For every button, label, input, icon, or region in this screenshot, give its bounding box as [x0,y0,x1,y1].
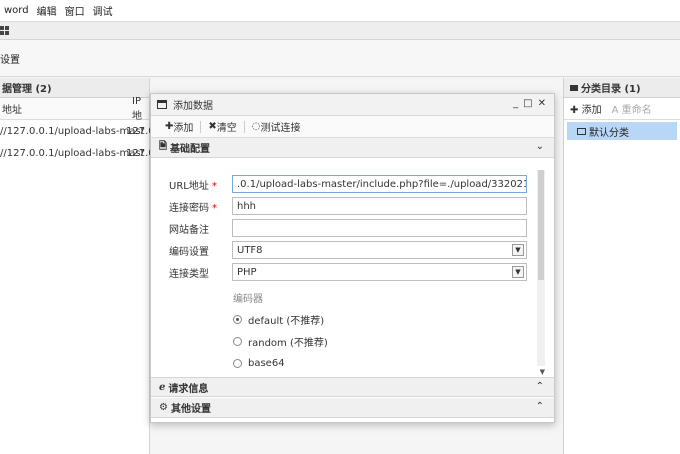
basic-config-title: 基础配置 [170,144,211,155]
basic-config-form: URL地址 * .0.1/upload-labs-master/include.p… [151,159,554,377]
tab-strip [0,22,680,40]
encoder-option-label: default (不推荐) [248,315,325,327]
note-row: 网站备注 [169,219,529,237]
dialog-toolbar: ✚ 添加 ✖ 清空 ◌ 测试连接 [151,116,554,138]
row-url: //127.0.0.1/upload-labs-mast [0,147,145,159]
category-item-label: 默认分类 [589,127,629,139]
close-button[interactable]: ✕ [538,98,546,109]
window-icon [157,100,167,109]
add-button-label: 添加 [173,123,194,134]
close-x-icon: ✖ [208,121,217,132]
column-url[interactable]: 地址 [2,101,22,116]
basic-config-section-header[interactable]: 🗎 基础配置 ⌄ [151,138,554,158]
window-controls: _ □ ✕ [513,98,546,109]
password-label: 连接密码 * [169,202,217,214]
toolbar-divider [200,120,202,133]
other-settings-title: 其他设置 [170,404,211,415]
scroll-down-icon[interactable]: ▼ [540,368,545,376]
radio-icon[interactable] [233,358,242,368]
encoder-option-label: base64 [248,357,285,369]
menu-item-word[interactable]: word [0,5,33,16]
category-toolbar: ✚ 添加 A 重命名 [564,98,680,120]
menu-item-edit[interactable]: 编辑 [33,3,61,18]
column-ip[interactable]: IP地 [132,96,149,122]
table-header: 地址 IP地 [0,96,149,122]
chevron-down-icon[interactable]: ▼ [512,244,524,256]
url-row: URL地址 * .0.1/upload-labs-master/include.p… [169,175,529,193]
chevron-down-icon[interactable]: ▼ [512,266,524,278]
form-scrollbar[interactable] [537,170,545,366]
menu-item-window[interactable]: 窗口 [61,3,89,18]
chevron-down-icon[interactable]: ⌄ [536,141,544,152]
spinner-icon: ◌ [251,121,261,132]
font-icon: A [611,105,619,116]
chevron-up-icon[interactable]: ⌃ [536,381,544,392]
grid-icon[interactable] [0,26,9,35]
type-row: 连接类型 PHP ▼ [169,263,529,281]
file-icon: 🗎 [159,141,168,152]
dialog-title: 添加数据 [173,101,213,112]
plus-circle-icon: ✚ [165,121,174,132]
table-row[interactable]: //127.0.0.1/upload-labs-mast 127.0 [0,120,155,142]
encoder-option-base64[interactable]: base64 [233,355,285,371]
table-row[interactable]: //127.0.0.1/upload-labs-mast 127.0 [0,142,155,164]
category-panel-header: 分类目录 (1) [564,78,680,98]
url-input[interactable]: .0.1/upload-labs-master/include.php?file… [232,175,527,193]
encoding-label: 编码设置 [169,246,209,258]
data-management-panel: 据管理 (2) 地址 IP地 //127.0.0.1/upload-labs-m… [0,78,155,454]
add-category-button[interactable]: ✚ 添加 [570,101,602,116]
other-settings-section-header[interactable]: ⚙ 其他设置 ⌃ [151,398,554,418]
radio-selected-icon[interactable] [233,314,242,324]
rename-category-label: 重命名 [621,105,652,116]
encoder-label: 编码器 [233,294,263,305]
row-url: //127.0.0.1/upload-labs-mast [0,125,145,137]
plus-circle-icon: ✚ [570,105,579,116]
encoder-option-default[interactable]: default (不推荐) [233,311,324,327]
note-label: 网站备注 [169,224,209,236]
request-info-section-header[interactable]: ℯ 请求信息 ⌃ [151,377,554,397]
menu-bar: word 编辑 窗口 调试 [0,0,680,22]
type-select[interactable]: PHP ▼ [232,263,527,281]
password-input[interactable]: hhh [232,197,527,215]
url-label: URL地址 * [169,180,217,192]
data-panel-title: 据管理 (2) [0,78,149,98]
dialog-title-bar[interactable]: 添加数据 _ □ ✕ [151,94,554,116]
radio-icon[interactable] [233,336,242,346]
settings-bar: 设置 [0,41,680,77]
type-label: 连接类型 [169,268,209,280]
encoding-value: UTF8 [237,244,263,256]
password-row: 连接密码 * hhh [169,197,529,215]
gears-icon: ⚙ [159,402,168,413]
folder-outline-icon [577,127,586,135]
ie-icon: ℯ [159,381,166,393]
menu-item-debug[interactable]: 调试 [89,3,117,18]
encoding-select[interactable]: UTF8 ▼ [232,241,527,259]
test-connection-label: 测试连接 [260,123,301,134]
clear-button[interactable]: ✖ 清空 [204,119,240,134]
clear-button-label: 清空 [216,123,237,134]
settings-tab[interactable]: 设置 [0,51,20,66]
chevron-up-icon[interactable]: ⌃ [536,401,544,412]
add-data-dialog: 添加数据 _ □ ✕ ✚ 添加 ✖ 清空 ◌ 测试连接 🗎 基础配置 ⌄ URL… [150,93,555,423]
folder-icon [570,84,578,91]
toolbar-divider [243,120,245,133]
minimize-button[interactable]: _ [513,98,518,109]
category-panel: 分类目录 (1) ✚ 添加 A 重命名 默认分类 [563,78,680,454]
rename-category-button[interactable]: A 重命名 [612,101,652,116]
request-info-title: 请求信息 [168,383,209,395]
maximize-button[interactable]: □ [523,98,532,109]
encoding-row: 编码设置 UTF8 ▼ [169,241,529,259]
encoder-option-label: random (不推荐) [248,337,328,349]
category-panel-title: 分类目录 (1) [581,84,641,95]
scrollbar-thumb[interactable] [538,170,544,280]
add-button[interactable]: ✚ 添加 [161,119,197,134]
add-category-label: 添加 [581,105,602,116]
type-value: PHP [237,266,257,278]
note-input[interactable] [232,219,527,237]
encoder-option-random[interactable]: random (不推荐) [233,333,328,349]
category-item-default[interactable]: 默认分类 [567,122,677,140]
test-connection-button[interactable]: ◌ 测试连接 [248,119,305,134]
